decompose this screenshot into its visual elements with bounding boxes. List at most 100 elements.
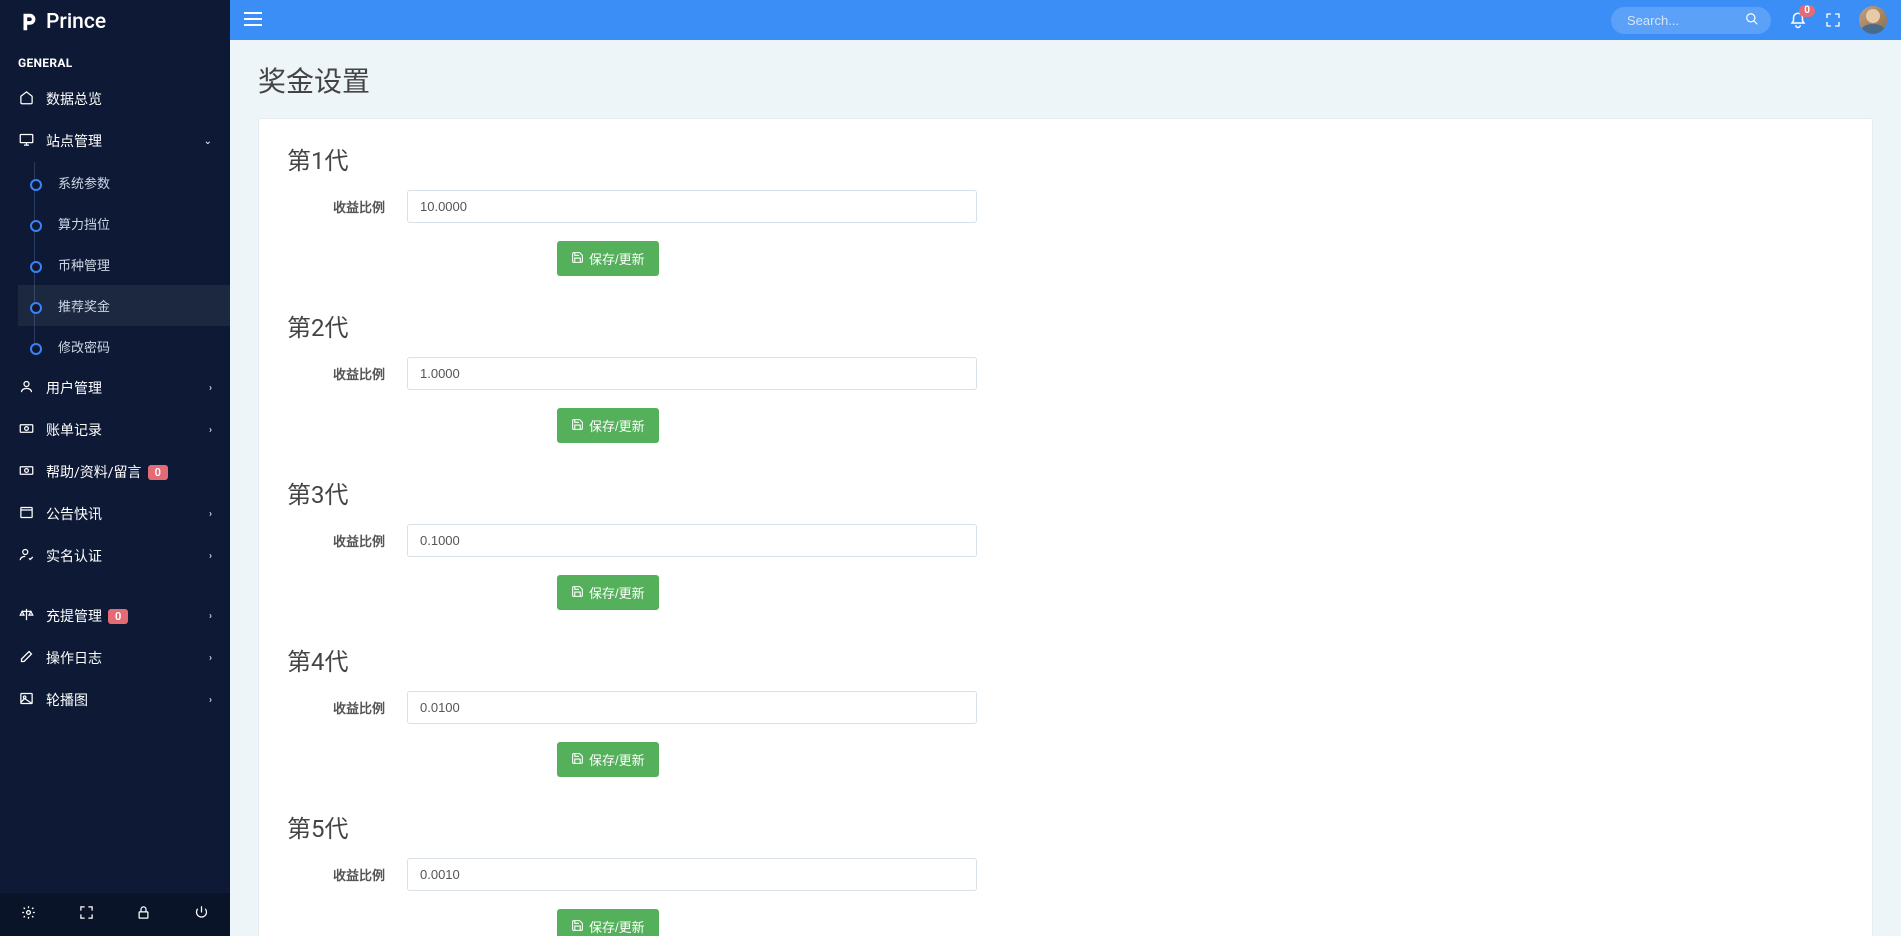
save-button-3[interactable]: 保存/更新 <box>557 575 659 610</box>
generation-title: 第5代 <box>287 809 1844 844</box>
sidebar-item-6[interactable]: 实名认证 › <box>0 535 230 577</box>
lock-icon <box>136 906 151 924</box>
save-icon <box>571 251 584 267</box>
chevron-right-icon: › <box>209 551 212 562</box>
sidebar-item-3[interactable]: 账单记录 › <box>0 409 230 451</box>
sidebar-item-label: 充提管理 <box>46 606 102 626</box>
sidebar-item-label: 帮助/资料/留言 <box>46 462 142 482</box>
sidebar-item-label: 站点管理 <box>46 131 102 151</box>
save-icon <box>571 919 584 935</box>
edit-icon <box>18 649 34 668</box>
brand-logo[interactable]: Prince <box>0 0 230 44</box>
save-button-4[interactable]: 保存/更新 <box>557 742 659 777</box>
gear-icon <box>21 906 36 924</box>
avatar[interactable] <box>1859 6 1887 34</box>
field-label: 收益比例 <box>287 197 407 216</box>
field-label: 收益比例 <box>287 364 407 383</box>
sidebar-subitem-4[interactable]: 修改密码 <box>18 326 230 367</box>
sidebar: Prince GENERAL 数据总览 站点管理 ⌄系统参数算力挡位币种管理推荐… <box>0 0 230 936</box>
footer-lock-button[interactable] <box>115 893 173 936</box>
sidebar-item-label: 实名认证 <box>46 546 102 566</box>
sidebar-item-2[interactable]: 用户管理 › <box>0 367 230 409</box>
sidebar-item-9[interactable]: 轮播图 › <box>0 679 230 721</box>
field-label: 收益比例 <box>287 531 407 550</box>
page-title: 奖金设置 <box>258 60 1873 100</box>
field-label: 收益比例 <box>287 865 407 884</box>
sidebar-item-0[interactable]: 数据总览 <box>0 78 230 120</box>
sidebar-subitem-label: 修改密码 <box>58 337 110 356</box>
sidebar-subitem-label: 币种管理 <box>58 255 110 274</box>
sidebar-subitem-2[interactable]: 币种管理 <box>18 244 230 285</box>
search-wrap <box>1611 7 1771 34</box>
scale-icon <box>18 607 34 626</box>
money-icon <box>18 421 34 440</box>
sidebar-item-label: 用户管理 <box>46 378 102 398</box>
display-icon <box>18 132 34 151</box>
chevron-right-icon: › <box>209 653 212 664</box>
window-icon <box>18 505 34 524</box>
sidebar-subitem-0[interactable]: 系统参数 <box>18 162 230 203</box>
generation-title: 第1代 <box>287 141 1844 176</box>
fullscreen-button[interactable] <box>1825 12 1841 28</box>
sidebar-section-header: GENERAL <box>0 44 230 78</box>
form-row: 收益比例 <box>287 691 1844 724</box>
form-row: 收益比例 <box>287 357 1844 390</box>
sidebar-item-4[interactable]: 帮助/资料/留言 0 <box>0 451 230 493</box>
save-button-2[interactable]: 保存/更新 <box>557 408 659 443</box>
chevron-down-icon: ⌄ <box>204 136 212 147</box>
sidebar-submenu: 系统参数算力挡位币种管理推荐奖金修改密码 <box>0 162 230 367</box>
expand-icon <box>79 906 94 924</box>
expand-icon <box>1825 12 1841 28</box>
sidebar-item-8[interactable]: 操作日志 › <box>0 637 230 679</box>
chevron-right-icon: › <box>209 383 212 394</box>
image-icon <box>18 691 34 710</box>
sidebar-subitem-label: 系统参数 <box>58 173 110 192</box>
footer-power-button[interactable] <box>173 893 231 936</box>
chevron-right-icon: › <box>209 611 212 622</box>
generation-block-3: 第3代收益比例保存/更新 <box>287 475 1844 610</box>
generation-title: 第4代 <box>287 642 1844 677</box>
save-button-label: 保存/更新 <box>589 917 645 936</box>
sidebar-item-label: 轮播图 <box>46 690 88 710</box>
sidebar-item-1[interactable]: 站点管理 ⌄ <box>0 120 230 162</box>
save-button-5[interactable]: 保存/更新 <box>557 909 659 936</box>
footer-gear-button[interactable] <box>0 893 58 936</box>
settings-panel: 第1代收益比例保存/更新第2代收益比例保存/更新第3代收益比例保存/更新第4代收… <box>258 118 1873 936</box>
ratio-input-5[interactable] <box>407 858 977 891</box>
topbar: 0 <box>230 0 1901 40</box>
sidebar-badge: 0 <box>148 465 168 480</box>
hamburger-button[interactable] <box>244 10 262 31</box>
sidebar-badge: 0 <box>108 609 128 624</box>
ratio-input-3[interactable] <box>407 524 977 557</box>
sidebar-nav: 数据总览 站点管理 ⌄系统参数算力挡位币种管理推荐奖金修改密码用户管理 ›账单记… <box>0 78 230 721</box>
chevron-right-icon: › <box>209 509 212 520</box>
generation-title: 第2代 <box>287 308 1844 343</box>
chevron-right-icon: › <box>209 425 212 436</box>
sidebar-subitem-1[interactable]: 算力挡位 <box>18 203 230 244</box>
generation-title: 第3代 <box>287 475 1844 510</box>
save-icon <box>571 585 584 601</box>
footer-expand-button[interactable] <box>58 893 116 936</box>
sidebar-subitem-3[interactable]: 推荐奖金 <box>18 285 230 326</box>
sidebar-item-label: 账单记录 <box>46 420 102 440</box>
menu-icon <box>244 12 262 26</box>
sidebar-item-label: 公告快讯 <box>46 504 102 524</box>
search-input[interactable] <box>1611 7 1771 34</box>
save-button-label: 保存/更新 <box>589 249 645 268</box>
ratio-input-2[interactable] <box>407 357 977 390</box>
sidebar-item-label: 数据总览 <box>46 89 102 109</box>
ratio-input-4[interactable] <box>407 691 977 724</box>
sidebar-item-label: 操作日志 <box>46 648 102 668</box>
sidebar-item-5[interactable]: 公告快讯 › <box>0 493 230 535</box>
sidebar-item-7[interactable]: 充提管理 0 › <box>0 595 230 637</box>
sidebar-subitem-label: 算力挡位 <box>58 214 110 233</box>
brand-text: Prince <box>46 10 106 34</box>
sidebar-footer <box>0 893 230 936</box>
money-icon <box>18 463 34 482</box>
ratio-input-1[interactable] <box>407 190 977 223</box>
notifications-button[interactable]: 0 <box>1789 11 1807 29</box>
form-row: 收益比例 <box>287 524 1844 557</box>
save-button-1[interactable]: 保存/更新 <box>557 241 659 276</box>
generation-block-2: 第2代收益比例保存/更新 <box>287 308 1844 443</box>
form-row: 收益比例 <box>287 190 1844 223</box>
